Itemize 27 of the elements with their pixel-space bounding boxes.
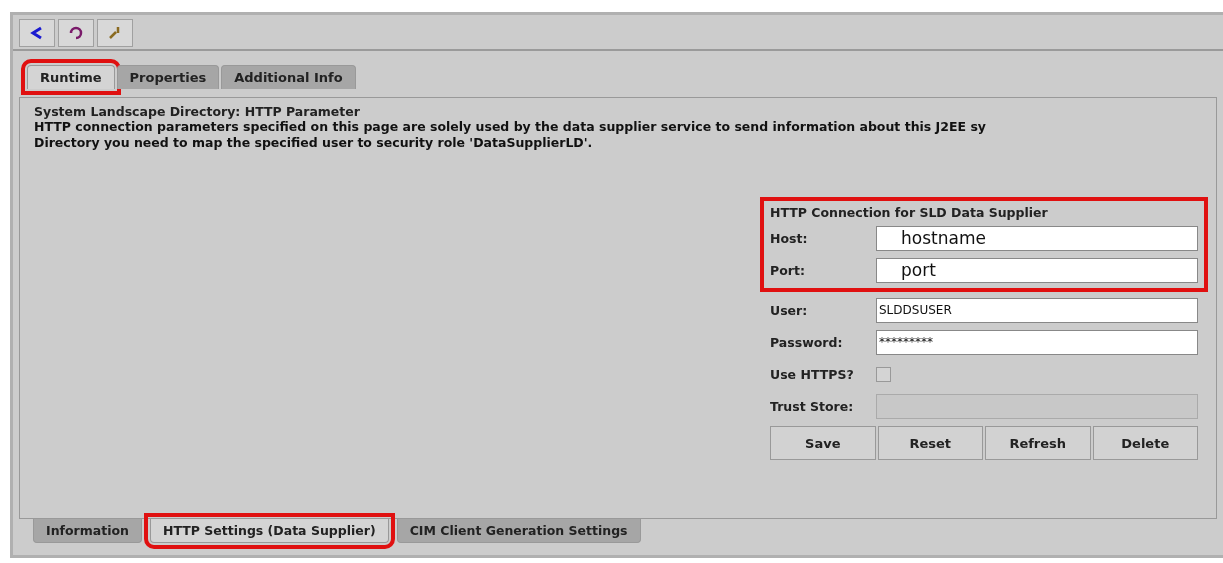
tab[interactable]: Additional Info <box>221 65 356 89</box>
text-field[interactable]: ********* <box>876 329 1198 355</box>
field-label: Host: <box>770 230 809 246</box>
field-label: Password: <box>770 334 844 350</box>
field-label: User: <box>770 302 809 318</box>
text-field[interactable]: hostname <box>876 225 1198 251</box>
field-label: Trust Store: <box>770 398 855 414</box>
tab[interactable]: CIM Client Generation Settings <box>396 519 641 543</box>
tab[interactable]: Properties <box>116 65 220 89</box>
toolbar-button[interactable] <box>58 19 94 47</box>
action-button[interactable]: Save <box>770 426 876 460</box>
toolbar-button[interactable] <box>19 19 55 47</box>
text-field[interactable]: SLDDSUSER <box>876 297 1198 323</box>
action-button[interactable]: Reset <box>877 426 983 460</box>
description-text: HTTP connection parameters specified on this page are solely used by the data supplier service to send information about this J2EE sy <box>34 119 987 135</box>
group-title: System Landscape Directory: HTTP Parameter <box>34 104 361 119</box>
refresh-icon <box>68 25 84 41</box>
checkbox[interactable] <box>876 366 891 382</box>
toolbar-button[interactable] <box>97 19 133 47</box>
description-text: Directory you need to map the specified user to security role 'DataSupplierLD'. <box>34 135 594 151</box>
action-button[interactable]: Delete <box>1092 426 1198 460</box>
action-button[interactable]: Refresh <box>985 426 1091 460</box>
field-label: Use HTTPS? <box>770 366 855 382</box>
field-label: Port: <box>770 262 806 278</box>
text-field[interactable]: port <box>876 257 1198 283</box>
tab[interactable]: Information <box>33 519 142 543</box>
section-title: HTTP Connection for SLD Data Supplier <box>770 205 1049 220</box>
